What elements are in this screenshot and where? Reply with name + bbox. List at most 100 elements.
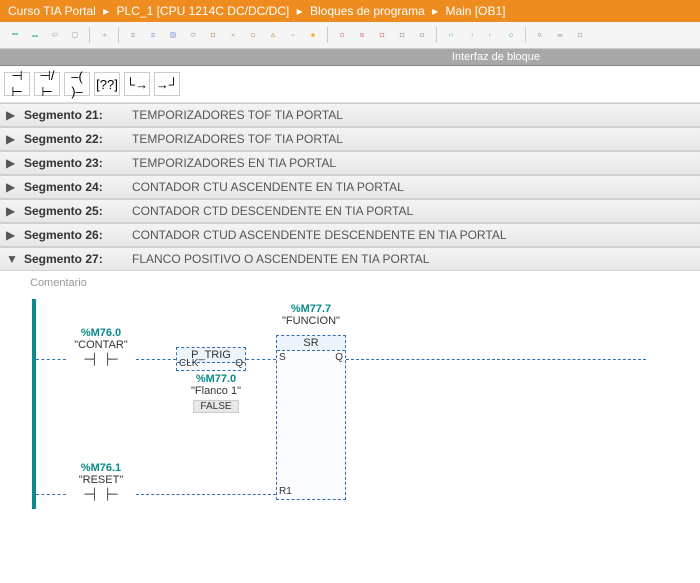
list3-icon[interactable] bbox=[164, 26, 182, 44]
speech-icon[interactable] bbox=[184, 26, 202, 44]
nav3-icon[interactable] bbox=[482, 26, 500, 44]
ladder-network[interactable]: %M76.0 "CONTAR" ─┤ ├─ P_TRIG CLK Q %M77.… bbox=[32, 299, 694, 509]
expand-icon[interactable]: ▶ bbox=[6, 180, 16, 194]
main-toolbar bbox=[0, 22, 700, 49]
contact-no[interactable]: %M76.0 "CONTAR" ─┤ ├─ bbox=[61, 327, 141, 366]
nav4-icon[interactable] bbox=[502, 26, 520, 44]
toolbar-separator bbox=[327, 27, 328, 43]
tool5-icon[interactable] bbox=[204, 26, 222, 44]
segment-title: Segmento 25: bbox=[24, 204, 124, 218]
monitor5-icon[interactable] bbox=[413, 26, 431, 44]
wire bbox=[136, 494, 276, 495]
branch-open-button[interactable]: └→ bbox=[124, 72, 150, 96]
segment-header[interactable]: ▶ Segmento 21: TEMPORIZADORES TOF TIA PO… bbox=[0, 103, 700, 127]
nav1-icon[interactable] bbox=[442, 26, 460, 44]
segment-title: Segmento 21: bbox=[24, 108, 124, 122]
mem-address: %M77.0 bbox=[176, 373, 256, 385]
breadcrumb-item[interactable]: Main [OB1] bbox=[445, 4, 505, 18]
comment-label[interactable]: Comentario bbox=[30, 277, 694, 289]
segment-title: Segmento 22: bbox=[24, 132, 124, 146]
monitor2-icon[interactable] bbox=[353, 26, 371, 44]
block-title: SR bbox=[277, 336, 345, 351]
tool8-icon[interactable] bbox=[264, 26, 282, 44]
contact-no-button[interactable]: ⊣ ⊢ bbox=[4, 72, 30, 96]
ptrig-memory: %M77.0 "Flanco 1" FALSE bbox=[176, 373, 256, 413]
expand-icon[interactable]: ▶ bbox=[6, 156, 16, 170]
tool7-icon[interactable] bbox=[244, 26, 262, 44]
toolbar-separator bbox=[89, 27, 90, 43]
nav2-icon[interactable] bbox=[462, 26, 480, 44]
segment-header[interactable]: ▶ Segmento 26: CONTADOR CTUD ASCENDENTE … bbox=[0, 223, 700, 247]
wire bbox=[346, 359, 646, 360]
contact-nc-button[interactable]: ⊣/⊢ bbox=[34, 72, 60, 96]
sr-symbol: "FUNCION" bbox=[276, 315, 346, 327]
segment-header[interactable]: ▶ Segmento 22: TEMPORIZADORES TOF TIA PO… bbox=[0, 127, 700, 151]
contact-glyph: ─┤ ├─ bbox=[61, 353, 141, 366]
comment-icon[interactable] bbox=[46, 26, 64, 44]
expand-icon[interactable]: ▶ bbox=[6, 204, 16, 218]
segment-desc: TEMPORIZADORES EN TIA PORTAL bbox=[132, 156, 336, 170]
expand-icon[interactable]: ▶ bbox=[6, 108, 16, 122]
goto-icon[interactable] bbox=[95, 26, 113, 44]
breadcrumb-item[interactable]: Bloques de programa bbox=[310, 4, 425, 18]
tool9-icon[interactable] bbox=[284, 26, 302, 44]
segment-desc: TEMPORIZADORES TOF TIA PORTAL bbox=[132, 132, 343, 146]
glasses-icon[interactable] bbox=[551, 26, 569, 44]
monitor1-icon[interactable] bbox=[333, 26, 351, 44]
segment-header[interactable]: ▶ Segmento 25: CONTADOR CTD DESCENDENTE … bbox=[0, 199, 700, 223]
branch-close-button[interactable]: →┘ bbox=[154, 72, 180, 96]
tool6-icon[interactable] bbox=[224, 26, 242, 44]
segment-title: Segmento 27: bbox=[24, 252, 124, 266]
segment-title: Segmento 23: bbox=[24, 156, 124, 170]
contact-glyph: ─┤ ├─ bbox=[61, 488, 141, 501]
segment-desc: CONTADOR CTUD ASCENDENTE DESCENDENTE EN … bbox=[132, 228, 507, 242]
segment-header[interactable]: ▶ Segmento 23: TEMPORIZADORES EN TIA POR… bbox=[0, 151, 700, 175]
collapse-icon[interactable]: ▼ bbox=[6, 252, 16, 266]
interface-bar[interactable]: Interfaz de bloque bbox=[0, 49, 700, 66]
wire bbox=[246, 359, 276, 360]
segment-desc: CONTADOR CTD DESCENDENTE EN TIA PORTAL bbox=[132, 204, 413, 218]
list2-icon[interactable] bbox=[144, 26, 162, 44]
breadcrumb: Curso TIA Portal ▸ PLC_1 [CPU 1214C DC/D… bbox=[0, 0, 700, 22]
pin-s: S bbox=[279, 352, 286, 363]
lad-editor-toolbar: ⊣ ⊢ ⊣/⊢ –( )– [??] └→ →┘ bbox=[0, 66, 700, 103]
segment-desc: FLANCO POSITIVO O ASCENDENTE EN TIA PORT… bbox=[132, 252, 429, 266]
find-icon[interactable] bbox=[531, 26, 549, 44]
contact-address: %M76.1 bbox=[61, 462, 141, 474]
wire bbox=[136, 359, 176, 360]
interface-label: Interfaz de bloque bbox=[452, 51, 540, 63]
breadcrumb-sep: ▸ bbox=[432, 4, 438, 18]
expand-icon[interactable]: ▶ bbox=[6, 132, 16, 146]
breadcrumb-sep: ▸ bbox=[297, 4, 303, 18]
monitor4-icon[interactable] bbox=[393, 26, 411, 44]
segment-header[interactable]: ▼ Segmento 27: FLANCO POSITIVO O ASCENDE… bbox=[0, 247, 700, 271]
coil-button[interactable]: –( )– bbox=[64, 72, 90, 96]
expand-icon[interactable]: ▶ bbox=[6, 228, 16, 242]
misc-icon[interactable] bbox=[66, 26, 84, 44]
breadcrumb-item[interactable]: Curso TIA Portal bbox=[8, 4, 96, 18]
pin-r1: R1 bbox=[279, 486, 292, 497]
insert-network-below-icon[interactable] bbox=[26, 26, 44, 44]
mem-symbol: "Flanco 1" bbox=[176, 385, 256, 397]
breadcrumb-sep: ▸ bbox=[103, 4, 109, 18]
box-button[interactable]: [??] bbox=[94, 72, 120, 96]
contact-no[interactable]: %M76.1 "RESET" ─┤ ├─ bbox=[61, 462, 141, 501]
tool10-icon[interactable] bbox=[304, 26, 322, 44]
pin-clk: CLK bbox=[179, 358, 198, 369]
settings-icon[interactable] bbox=[571, 26, 589, 44]
pin-q: Q bbox=[235, 358, 243, 369]
ptrig-block[interactable]: P_TRIG CLK Q bbox=[176, 347, 246, 371]
segment-desc: TEMPORIZADORES TOF TIA PORTAL bbox=[132, 108, 343, 122]
segments-container: ▶ Segmento 21: TEMPORIZADORES TOF TIA PO… bbox=[0, 103, 700, 515]
segment-header[interactable]: ▶ Segmento 24: CONTADOR CTU ASCENDENTE E… bbox=[0, 175, 700, 199]
segment-body: Comentario %M76.0 "CONTAR" ─┤ ├─ P_TRIG … bbox=[0, 271, 700, 515]
sr-instance: %M77.7 "FUNCION" bbox=[276, 303, 346, 327]
list-icon[interactable] bbox=[124, 26, 142, 44]
pin-q: Q bbox=[335, 352, 343, 363]
monitor3-icon[interactable] bbox=[373, 26, 391, 44]
toolbar-separator bbox=[525, 27, 526, 43]
insert-network-icon[interactable] bbox=[6, 26, 24, 44]
breadcrumb-item[interactable]: PLC_1 [CPU 1214C DC/DC/DC] bbox=[117, 4, 290, 18]
sr-address: %M77.7 bbox=[276, 303, 346, 315]
sr-block[interactable]: SR S Q R1 bbox=[276, 335, 346, 500]
